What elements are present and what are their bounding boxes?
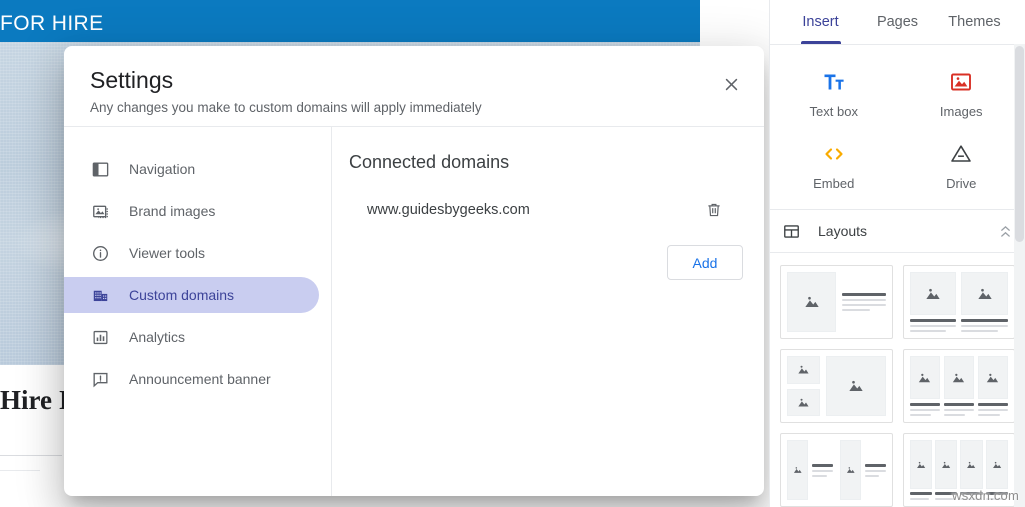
announcement-icon <box>90 369 110 389</box>
sidebar-item-label: Custom domains <box>129 287 235 303</box>
settings-nav: Navigation Brand images Viewer tools Cus… <box>64 145 331 403</box>
insert-embed-button[interactable]: Embed <box>770 131 898 203</box>
layout-thumbnail[interactable] <box>902 349 1015 423</box>
sidebar-item-navigation[interactable]: Navigation <box>64 151 319 187</box>
site-divider-1 <box>0 455 62 456</box>
insert-option-label: Drive <box>946 176 977 191</box>
layouts-title: Layouts <box>818 223 868 239</box>
bar-chart-icon <box>90 327 110 347</box>
settings-dialog-header: Settings Any changes you make to custom … <box>64 46 764 124</box>
layouts-grid-icon <box>782 221 802 241</box>
tab-insert[interactable]: Insert <box>782 0 859 44</box>
close-icon[interactable] <box>716 69 746 99</box>
sidebar-item-analytics[interactable]: Analytics <box>64 319 319 355</box>
layout-thumbnail[interactable] <box>780 349 893 423</box>
sidebar-tabbar: Insert Pages Themes <box>770 0 1025 45</box>
trash-icon[interactable] <box>701 197 727 223</box>
insert-option-label: Embed <box>813 176 855 191</box>
sidebar-scrollbar-thumb[interactable] <box>1015 46 1024 242</box>
sidebar-item-viewer-tools[interactable]: Viewer tools <box>64 235 319 271</box>
sidebar-item-label: Viewer tools <box>129 245 206 261</box>
code-embed-icon <box>822 141 846 167</box>
insert-option-label: Images <box>939 104 983 119</box>
layouts-thumbnail-grid <box>770 253 1025 507</box>
sidebar-item-label: Announcement banner <box>129 371 271 387</box>
screen-root: FOR HIRE Hire I Settings Any changes you… <box>0 0 1025 507</box>
insert-text-box-button[interactable]: Text box <box>770 59 898 131</box>
building-domain-icon <box>90 285 110 305</box>
sidebar-item-label: Navigation <box>129 161 196 177</box>
layout-thumbnail[interactable] <box>902 433 1015 507</box>
google-drive-icon <box>949 141 973 167</box>
settings-subtitle: Any changes you make to custom domains w… <box>90 100 482 115</box>
site-banner: FOR HIRE <box>0 0 700 42</box>
brand-images-icon <box>90 201 110 221</box>
insert-images-button[interactable]: Images <box>898 59 1025 131</box>
sidebar-item-label: Brand images <box>129 203 216 219</box>
add-domain-button[interactable]: Add <box>667 245 743 280</box>
image-icon <box>949 69 973 95</box>
insert-option-label: Text box <box>809 104 858 119</box>
settings-dialog-body: Navigation Brand images Viewer tools Cus… <box>64 127 764 496</box>
tab-themes[interactable]: Themes <box>936 0 1013 44</box>
info-circle-icon <box>90 243 110 263</box>
layouts-section-header[interactable]: Layouts <box>770 209 1025 253</box>
site-banner-text: FOR HIRE <box>0 12 104 35</box>
table-row: www.guidesbygeeks.com <box>349 195 747 225</box>
page-title: Settings <box>90 67 174 93</box>
text-box-icon <box>822 69 846 95</box>
sidebar-item-custom-domains[interactable]: Custom domains <box>64 277 319 313</box>
tab-pages[interactable]: Pages <box>859 0 936 44</box>
insert-drive-button[interactable]: Drive <box>898 131 1025 203</box>
connected-domains-pane: Connected domains www.guidesbygeeks.com … <box>332 127 764 496</box>
insert-options-grid: Text box Images Embed Drive <box>770 45 1025 209</box>
sidebar-item-brand-images[interactable]: Brand images <box>64 193 319 229</box>
sidebar-item-label: Analytics <box>129 329 186 345</box>
layout-thumbnail[interactable] <box>902 265 1015 339</box>
layout-thumbnail[interactable] <box>780 265 893 339</box>
site-divider-2 <box>0 470 40 471</box>
navigation-panel-icon <box>90 159 110 179</box>
pane-title: Connected domains <box>349 152 510 172</box>
sidebar-item-announcement-banner[interactable]: Announcement banner <box>64 361 319 397</box>
chevron-collapse-icon[interactable] <box>998 224 1013 239</box>
insert-sidebar: Insert Pages Themes Text box Images Embe… <box>769 0 1025 507</box>
layout-thumbnail[interactable] <box>780 433 893 507</box>
domain-name-value: www.guidesbygeeks.com <box>367 202 530 218</box>
settings-dialog: Settings Any changes you make to custom … <box>64 46 764 496</box>
